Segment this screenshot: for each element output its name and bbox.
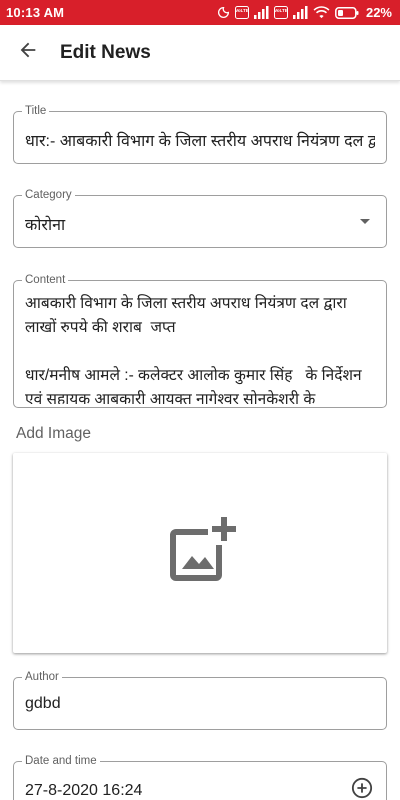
signal-icon xyxy=(253,6,269,19)
dropdown-arrow-icon[interactable] xyxy=(360,219,370,224)
add-image-label: Add Image xyxy=(16,425,91,442)
content-input[interactable]: आबकारी विभाग के जिला स्तरीय अपराध नियंत्… xyxy=(25,292,378,404)
volte-icon: VoLTE xyxy=(273,6,288,19)
add-circle-icon[interactable] xyxy=(351,777,373,799)
status-time: 10:13 AM xyxy=(6,5,65,20)
title-field[interactable]: Title धार:- आबकारी विभाग के जिला स्तरीय … xyxy=(13,104,387,164)
volte-badge-text: VoLTE xyxy=(274,8,288,13)
category-value: कोरोना xyxy=(25,217,66,234)
app-bar: Edit News xyxy=(0,25,400,81)
title-label: Title xyxy=(22,104,50,118)
volte-badge-text: VoLTE xyxy=(235,8,249,13)
date-time-value: 27-8-2020 16:24 xyxy=(25,782,143,799)
author-field[interactable]: Author gdbd xyxy=(13,670,387,730)
volte-icon: VoLTE xyxy=(234,6,249,19)
add-image-button[interactable] xyxy=(13,453,387,653)
wifi-icon xyxy=(313,6,330,19)
category-dropdown[interactable]: Category कोरोना xyxy=(13,188,387,248)
author-input[interactable]: gdbd xyxy=(25,695,375,713)
battery-icon xyxy=(335,6,359,19)
content-label: Content xyxy=(22,273,69,287)
arrow-back-icon xyxy=(17,39,39,66)
add-photo-icon xyxy=(162,513,238,594)
status-icons: VoLTE VoLTE 22% xyxy=(217,5,392,20)
category-label: Category xyxy=(22,188,75,202)
author-label: Author xyxy=(22,670,62,684)
date-time-field[interactable]: Date and time 27-8-2020 16:24 xyxy=(13,754,387,800)
date-time-label: Date and time xyxy=(22,754,100,768)
battery-percent: 22% xyxy=(365,5,392,20)
signal-icon xyxy=(292,6,308,19)
back-button[interactable] xyxy=(0,25,56,81)
status-bar: 10:13 AM VoLTE VoLTE 22% xyxy=(0,0,400,25)
content-field[interactable]: Content आबकारी विभाग के जिला स्तरीय अपरा… xyxy=(13,273,387,408)
title-input[interactable]: धार:- आबकारी विभाग के जिला स्तरीय अपराध … xyxy=(25,129,375,151)
page-title: Edit News xyxy=(60,41,151,63)
moon-icon xyxy=(217,6,230,19)
